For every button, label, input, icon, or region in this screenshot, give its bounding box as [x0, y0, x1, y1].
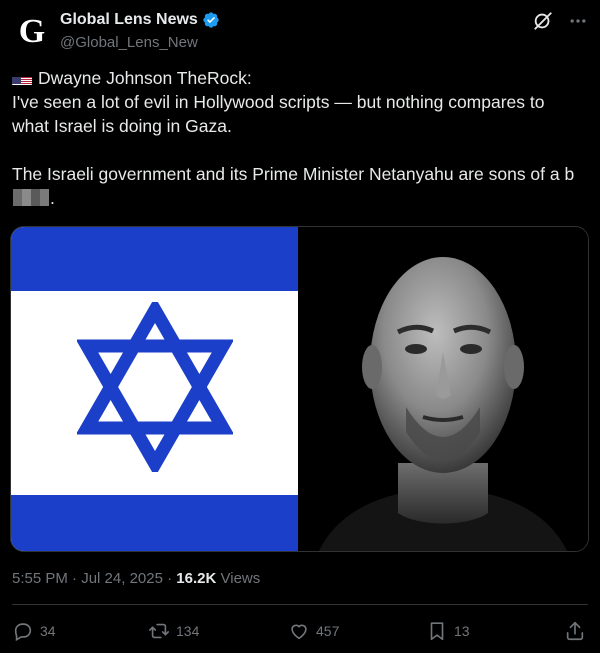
tweet-line-3-end: . — [50, 188, 55, 208]
bookmark-button[interactable]: 13 — [426, 620, 470, 642]
divider — [12, 604, 588, 605]
verified-badge-icon — [202, 11, 220, 29]
tweet-meta: 5:55 PM · Jul 24, 2025 · 16.2K Views — [12, 570, 260, 587]
tweet-time[interactable]: 5:55 PM — [12, 570, 68, 587]
repost-button[interactable]: 134 — [148, 620, 199, 642]
flag-stripe-top — [11, 227, 298, 291]
avatar[interactable]: G — [12, 12, 52, 52]
avatar-logo: G — [18, 13, 46, 50]
action-bar: 34 134 457 13 — [12, 620, 588, 644]
repost-icon — [148, 620, 170, 642]
flag-stripe-bottom — [11, 495, 298, 551]
heart-icon — [288, 620, 310, 642]
tweet-line-1: Dwayne Johnson TheRock: — [38, 68, 252, 88]
us-flag-icon — [12, 72, 32, 85]
views-count[interactable]: 16.2K — [176, 570, 216, 587]
meta-separator-2: · — [167, 570, 173, 587]
author-handle[interactable]: @Global_Lens_New — [60, 34, 198, 51]
reply-button[interactable]: 34 — [12, 620, 56, 642]
repost-count: 134 — [176, 623, 200, 639]
portrait-image — [298, 227, 588, 551]
star-of-david-icon — [77, 302, 233, 472]
more-options-icon[interactable] — [568, 11, 588, 31]
grok-icon[interactable] — [532, 10, 554, 32]
views-label: Views — [220, 570, 261, 587]
share-icon — [564, 620, 586, 642]
like-count: 457 — [316, 623, 340, 639]
like-button[interactable]: 457 — [288, 620, 339, 642]
author-name-row[interactable]: Global Lens News — [60, 11, 220, 29]
tweet-text: Dwayne Johnson TheRock: I've seen a lot … — [12, 66, 582, 210]
media-image[interactable] — [10, 226, 589, 552]
reply-count: 34 — [40, 623, 56, 639]
share-button[interactable] — [564, 620, 586, 642]
censored-word — [13, 189, 49, 206]
tweet-header: G Global Lens News @Global_Lens_New — [12, 8, 588, 56]
tweet-date[interactable]: Jul 24, 2025 — [81, 570, 163, 587]
israel-flag-image — [11, 227, 298, 551]
meta-separator: · — [72, 570, 78, 587]
author-name[interactable]: Global Lens News — [60, 11, 198, 29]
bookmark-count: 13 — [454, 623, 470, 639]
reply-icon — [12, 620, 34, 642]
tweet-line-3: The Israeli government and its Prime Min… — [12, 164, 575, 184]
tweet-line-2: I've seen a lot of evil in Hollywood scr… — [12, 92, 545, 136]
bookmark-icon — [426, 620, 448, 642]
